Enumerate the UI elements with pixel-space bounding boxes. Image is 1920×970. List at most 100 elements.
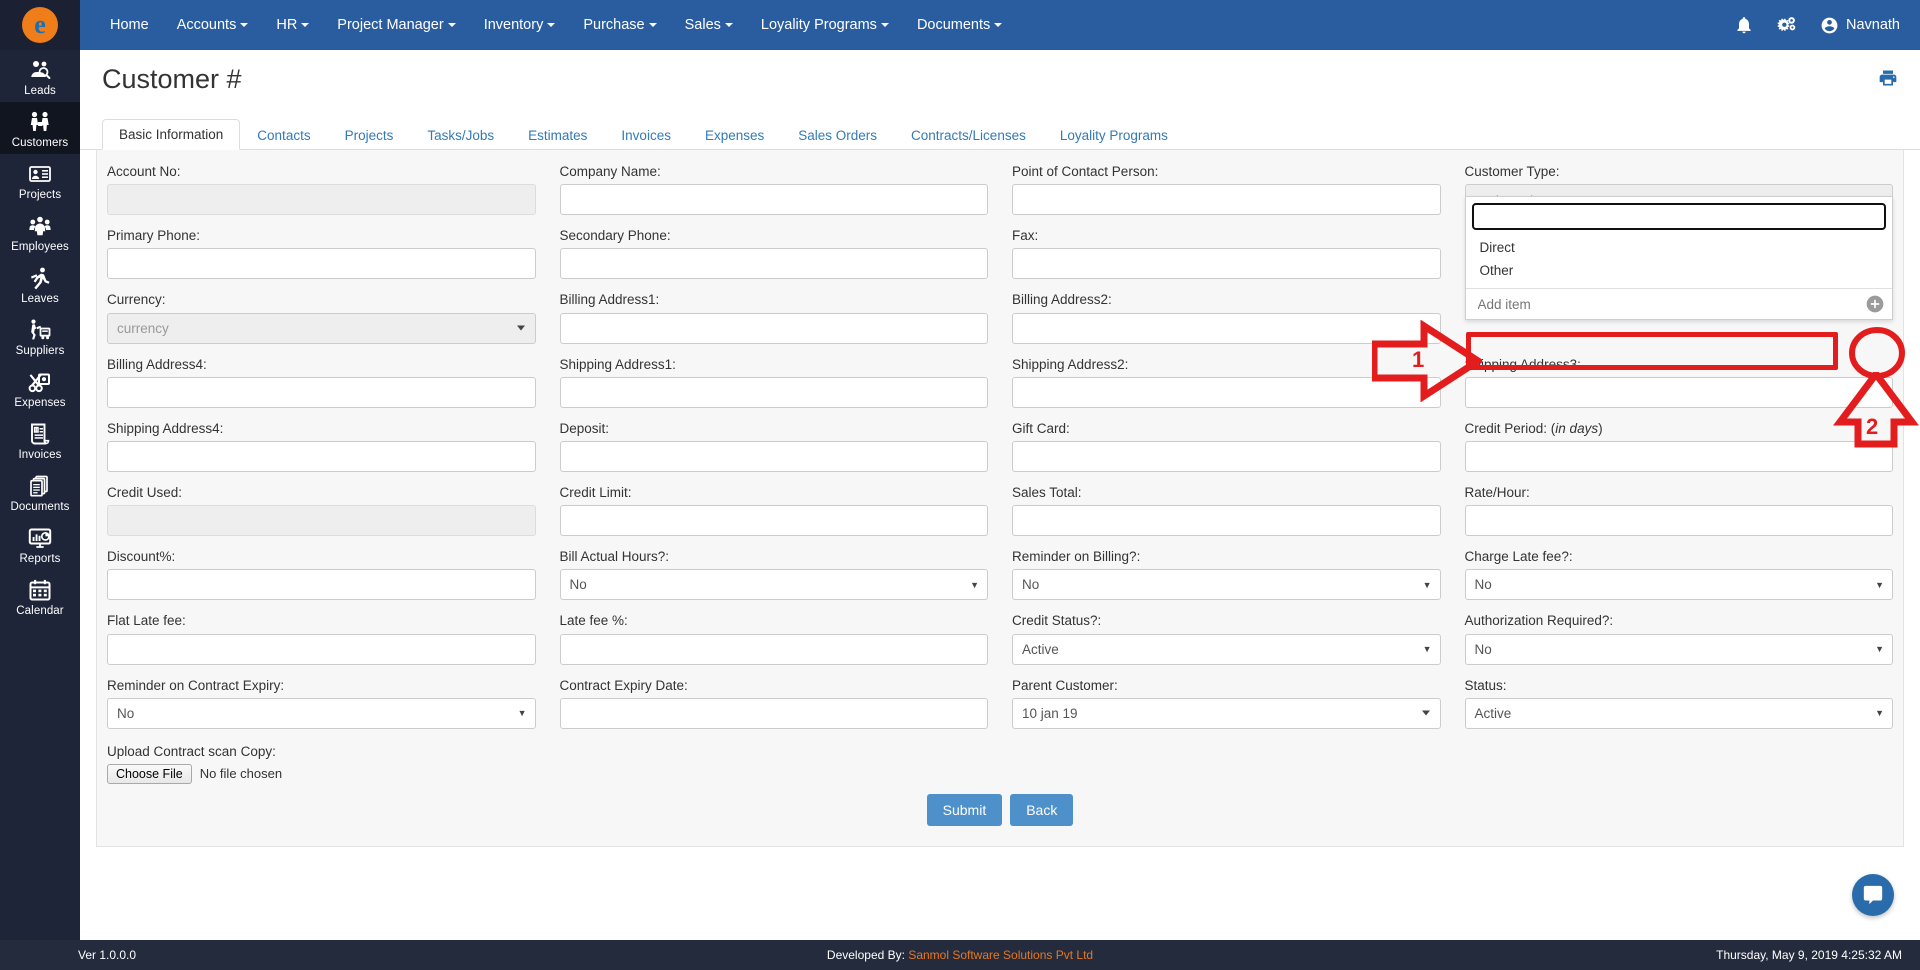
sidebar-item-list: Leads Customers Projects Employees Leaves Sup… [0,50,80,622]
nav-item-inventory[interactable]: Inventory [470,0,570,50]
input-shipping-address2[interactable] [1012,376,1441,408]
add-item-plus-button[interactable] [1858,289,1892,319]
sidebar-item-label: Reports [19,553,61,565]
notification-bell-icon[interactable] [1734,15,1754,35]
input-shipping-address4[interactable] [107,440,536,472]
tab-loyality-programs[interactable]: Loyality Programs [1043,120,1185,151]
field-billing-address4: Billing Address4: [107,357,536,408]
sidebar-item-calendar[interactable]: Calendar [0,570,80,622]
sidebar-item-invoices[interactable]: Invoices [0,414,80,466]
nav-item-documents[interactable]: Documents [903,0,1016,50]
nav-item-home[interactable]: Home [96,0,163,50]
customer-type-option-direct[interactable]: Direct [1466,236,1893,259]
input-sales-total[interactable] [1012,505,1441,537]
sidebar-item-suppliers[interactable]: Suppliers [0,310,80,362]
user-menu[interactable]: Navnath [1820,16,1900,35]
input-shipping-address1[interactable] [559,376,988,408]
submit-button[interactable]: Submit [926,793,1003,826]
brand-logo[interactable]: e [0,0,80,50]
back-button[interactable]: Back [1010,793,1074,826]
label-credit-used: Credit Used: [107,484,183,500]
nav-item-loyality-programs[interactable]: Loyality Programs [747,0,903,50]
dropdown-add-item-row [1465,288,1892,319]
form-action-buttons: Submit Back [107,793,1893,826]
select-reminder-on-billing[interactable]: No ▼ [1012,569,1441,601]
input-billing-address4[interactable] [107,376,536,408]
file-input-control[interactable]: Choose File No file chosen [107,763,1893,784]
input-shipping-address3[interactable] [1464,376,1893,408]
input-credit-period[interactable] [1464,440,1893,472]
select-status[interactable]: Active ▼ [1464,697,1893,729]
tab-tasks-jobs[interactable]: Tasks/Jobs [410,120,511,151]
input-rate-hour[interactable] [1464,505,1893,537]
input-fax[interactable] [1012,248,1441,280]
customer-type-search-input[interactable] [1470,202,1887,231]
select-reminder-on-contract-expiry[interactable]: No ▼ [107,697,536,729]
input-credit-limit[interactable] [559,505,988,537]
select-authorization-required[interactable]: No ▼ [1464,633,1893,665]
tab-bar: Basic Information Contacts Projects Tasks/J… [80,116,1920,150]
form-row-9: Reminder on Contract Expiry: No ▼ Contra… [107,678,1893,742]
customer-type-option-list: Direct Other [1466,234,1893,288]
label-point-of-contact-person: Point of Contact Person: [1012,164,1159,179]
tab-invoices[interactable]: Invoices [604,120,688,151]
select-currency[interactable]: currency [107,312,536,344]
tab-estimates[interactable]: Estimates [511,120,604,151]
input-billing-address1[interactable] [559,312,988,344]
form-row-4: Billing Address4: Shipping Address1: Shi… [107,357,1893,421]
settings-gear-icon[interactable] [1776,15,1798,35]
print-icon[interactable] [1878,68,1898,93]
input-flat-late-fee[interactable] [107,633,536,665]
tab-expenses[interactable]: Expenses [688,120,781,151]
nav-item-purchase[interactable]: Purchase [569,0,670,50]
select-parent-customer[interactable]: 10 jan 19 [1012,697,1441,729]
application-root: e Leads Customers Projects Employees Leaves S… [0,0,1920,970]
sidebar-item-projects[interactable]: Projects [0,154,80,206]
field-late-fee-percent: Late fee %: [559,613,988,665]
sidebar-item-leaves[interactable]: Leaves [0,258,80,310]
customer-type-option-other[interactable]: Other [1466,259,1893,282]
tab-contacts[interactable]: Contacts [240,120,327,151]
tab-sales-orders[interactable]: Sales Orders [781,120,894,151]
input-account-no[interactable] [107,184,536,216]
nav-item-hr[interactable]: HR [262,0,323,50]
input-primary-phone[interactable] [107,248,536,280]
input-discount-percent[interactable] [107,569,536,601]
field-billing-address2: Billing Address2: [1012,292,1441,344]
nav-item-accounts[interactable]: Accounts [163,0,263,50]
sidebar-item-label: Employees [11,241,69,253]
tab-contracts-licenses[interactable]: Contracts/Licenses [894,120,1043,151]
input-point-of-contact-person[interactable] [1012,184,1441,216]
input-company-name[interactable] [559,184,988,216]
input-gift-card[interactable] [1012,440,1441,472]
input-billing-address2[interactable] [1012,312,1441,344]
sidebar-item-label: Customers [11,137,69,149]
input-contract-expiry-date[interactable] [559,697,988,729]
sidebar-item-expenses[interactable]: Expenses [0,362,80,414]
sidebar-item-leads[interactable]: Leads [0,50,80,102]
nav-item-sales[interactable]: Sales [671,0,747,50]
input-late-fee-percent[interactable] [559,633,988,665]
chat-bubble-button[interactable] [1852,874,1894,916]
sidebar-item-customers[interactable]: Customers [0,102,80,154]
select-bill-actual-hours[interactable]: No ▼ [559,569,988,601]
sidebar-item-documents[interactable]: Documents [0,466,80,518]
tab-projects[interactable]: Projects [328,120,411,151]
add-item-input[interactable] [1465,289,1858,319]
input-credit-used[interactable] [107,505,536,537]
select-credit-status[interactable]: Active ▼ [1012,633,1441,665]
select-charge-late-fee[interactable]: No ▼ [1464,569,1893,601]
select-charge-late-fee-value: No [1474,577,1492,593]
sidebar-item-reports[interactable]: Reports [0,518,80,570]
form-row-8: Flat Late fee: Late fee %: Credit Status… [107,613,1893,677]
top-navigation-bar: Home Accounts HR Project Manager Inventory Pu… [80,0,1920,50]
select-currency-value: currency [117,320,169,336]
nav-item-project-manager[interactable]: Project Manager [323,0,469,50]
footer-developer-link[interactable]: Sanmol Software Solutions Pvt Ltd [908,948,1093,962]
choose-file-button[interactable]: Choose File [107,763,192,784]
tab-basic-information[interactable]: Basic Information [102,118,241,150]
sidebar-item-label: Expenses [14,397,66,409]
input-secondary-phone[interactable] [559,248,988,280]
input-deposit[interactable] [559,440,988,472]
sidebar-item-employees[interactable]: Employees [0,206,80,258]
